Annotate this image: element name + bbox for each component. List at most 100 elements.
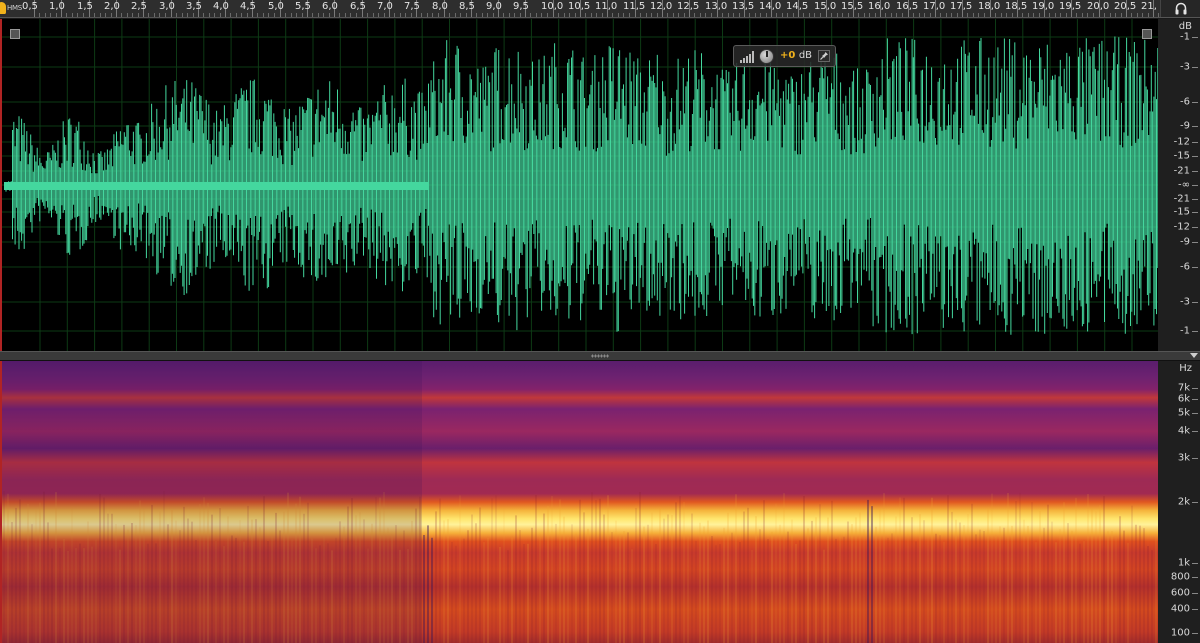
ruler-label: 3,5 — [186, 1, 202, 12]
pin-icon[interactable] — [818, 50, 830, 62]
ruler-label: 17,0 — [923, 1, 946, 12]
ruler-minor-tick — [1065, 13, 1067, 17]
ruler-label: 20,0 — [1087, 1, 1110, 12]
ruler-minor-tick — [378, 13, 380, 17]
time-ruler[interactable]: HMS 0,5 1,0 1,5 2,0 2,5 3,0 3,5 4,0 4,5 5,0 5,5 6,0… — [0, 0, 1200, 18]
ruler-minor-tick — [328, 13, 330, 17]
amplitude-tick — [1192, 242, 1198, 243]
ruler-minor-tick — [574, 13, 576, 17]
ruler-label: 12,5 — [677, 1, 700, 12]
ruler-minor-tick — [1104, 13, 1106, 17]
ruler-minor-tick — [940, 13, 942, 17]
frequency-tick — [1192, 633, 1198, 634]
ruler-minor-tick — [372, 13, 374, 17]
time-format-label: HMS — [7, 4, 22, 12]
waveform-view[interactable]: +0 dB — [0, 19, 1158, 351]
zoom-corner-left-icon[interactable] — [10, 29, 20, 39]
ruler-minor-tick — [749, 13, 751, 17]
amplitude-label: -12 — [1173, 136, 1190, 148]
spectrogram-canvas[interactable] — [2, 361, 1158, 643]
waveform-canvas[interactable] — [2, 19, 1158, 351]
ruler-minor-tick — [350, 13, 352, 17]
ruler-minor-tick — [808, 13, 810, 17]
view-splitter[interactable] — [0, 351, 1200, 361]
amplitude-label: -6 — [1180, 96, 1190, 108]
ruler-minor-tick — [1147, 13, 1149, 17]
ruler-label: 17,5 — [950, 1, 973, 12]
ruler-minor-tick — [262, 13, 264, 17]
amplitude-label: -12 — [1173, 221, 1190, 233]
gain-knob-icon[interactable] — [759, 49, 774, 64]
ruler-minor-tick — [896, 13, 898, 17]
ruler-minor-tick — [738, 13, 740, 17]
ruler-label: 10,5 — [568, 1, 591, 12]
zoom-corner-right-icon[interactable] — [1142, 29, 1152, 39]
ruler-minor-tick — [1033, 13, 1035, 17]
ruler-minor-tick — [803, 13, 805, 17]
ruler-minor-tick — [367, 13, 369, 17]
ruler-minor-tick — [612, 13, 614, 17]
ruler-minor-tick — [339, 13, 341, 17]
frequency-tick — [1192, 563, 1198, 564]
ruler-minor-tick — [285, 13, 287, 17]
ruler-minor-tick — [437, 13, 439, 17]
amplitude-tick — [1192, 171, 1198, 172]
ruler-label: 2,5 — [131, 1, 147, 12]
amplitude-label: -3 — [1180, 61, 1190, 73]
ruler-minor-tick — [399, 13, 401, 17]
chevron-down-icon[interactable] — [1190, 353, 1198, 358]
ruler-minor-tick — [945, 13, 947, 17]
frequency-label: 6k — [1177, 393, 1190, 405]
ruler-label: 10,0 — [541, 1, 564, 12]
spectrogram-quiet-region — [2, 361, 422, 643]
amplitude-label: -1 — [1180, 325, 1190, 337]
ruler-minor-tick — [1120, 13, 1122, 17]
ruler-minor-tick — [137, 13, 139, 17]
ruler-minor-tick — [230, 13, 232, 17]
ruler-minor-tick — [913, 13, 915, 17]
frequency-label: 3k — [1177, 452, 1190, 464]
ruler-minor-tick — [323, 13, 325, 17]
ruler-minor-tick — [885, 13, 887, 17]
ruler-label: 7,5 — [404, 1, 420, 12]
monitor-button[interactable] — [1160, 0, 1200, 17]
frequency-tick — [1192, 502, 1198, 503]
ruler-minor-tick — [972, 13, 974, 17]
ruler-minor-tick — [71, 13, 73, 17]
ruler-label: 16,0 — [868, 1, 891, 12]
amplitude-label: -15 — [1173, 206, 1190, 218]
ruler-minor-tick — [727, 13, 729, 17]
ruler-minor-tick — [563, 13, 565, 17]
amplitude-tick — [1192, 227, 1198, 228]
ruler-minor-tick — [678, 13, 680, 17]
ruler-minor-tick — [181, 13, 183, 17]
spectrogram-view[interactable] — [0, 361, 1158, 643]
ruler-minor-tick — [836, 13, 838, 17]
frequency-label: 7k — [1177, 382, 1190, 394]
ruler-minor-tick — [640, 13, 642, 17]
amplitude-label: -21 — [1173, 165, 1190, 177]
ruler-minor-tick — [995, 13, 997, 17]
ruler-label: 7,0 — [377, 1, 393, 12]
ruler-minor-tick — [460, 13, 462, 17]
ruler-label: 15,0 — [814, 1, 837, 12]
ruler-label: 4,0 — [213, 1, 229, 12]
amplitude-tick — [1192, 199, 1198, 200]
ruler-minor-tick — [983, 13, 985, 17]
ruler-minor-tick — [651, 13, 653, 17]
ruler-minor-tick — [1136, 13, 1138, 17]
playhead-marker-icon[interactable] — [0, 2, 6, 14]
ruler-minor-tick — [94, 13, 96, 17]
amplitude-scale[interactable]: dB -1 -3 -6 -9 -12 -15 -21 -∞ -21 -15 -12 -9 -6 -3 -1 — [1158, 19, 1200, 351]
ruler-minor-tick — [541, 13, 543, 17]
ruler-minor-tick — [535, 13, 537, 17]
amplitude-tick — [1192, 302, 1198, 303]
ruler-minor-tick — [77, 13, 79, 17]
gain-hud[interactable]: +0 dB — [733, 45, 836, 67]
ruler-minor-tick — [819, 13, 821, 17]
splitter-grip-icon[interactable] — [591, 354, 609, 358]
frequency-scale[interactable]: Hz 7k 6k 5k 4k 3k 2k 1k 800 600 400 100 — [1158, 361, 1200, 643]
ruler-label: 11,5 — [623, 1, 646, 12]
gain-value[interactable]: +0 dB — [780, 50, 812, 61]
ruler-minor-tick — [1087, 13, 1089, 17]
